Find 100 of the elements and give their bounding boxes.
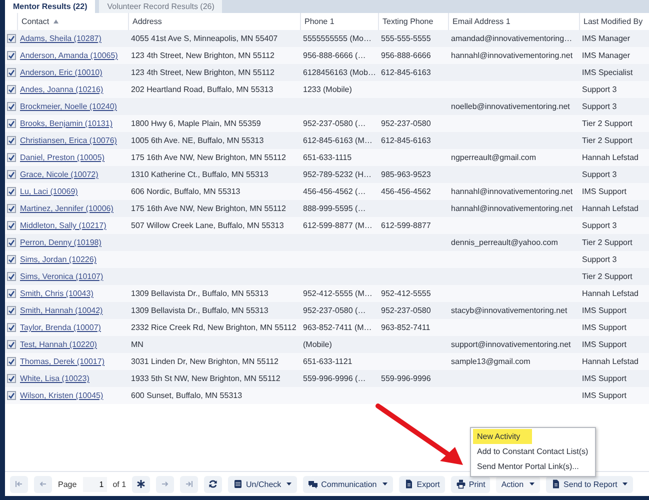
- contact-link[interactable]: Sims, Jordan (10226): [20, 255, 96, 264]
- phone-text: 952-789-5232 (H…: [303, 170, 372, 179]
- address-text: 123 4th Street, New Brighton, MN 55112: [131, 68, 274, 77]
- checkbox[interactable]: [7, 51, 16, 60]
- tab[interactable]: Mentor Results (22): [5, 0, 96, 13]
- checkbox[interactable]: [7, 34, 16, 44]
- email-text: ngperreault@gmail.com: [451, 153, 536, 162]
- checkbox[interactable]: [7, 204, 16, 214]
- column-header[interactable]: Address: [132, 17, 162, 26]
- contact-link[interactable]: Lu, Laci (10069): [20, 187, 78, 196]
- menu-item[interactable]: New Activity: [473, 429, 532, 444]
- contact-link[interactable]: Martinez, Jennifer (10006): [20, 204, 114, 213]
- column-header[interactable]: Phone 1: [304, 17, 334, 26]
- modified-by-text: IMS Manager: [582, 34, 630, 43]
- asterisk-button[interactable]: [132, 476, 150, 492]
- checkbox[interactable]: [7, 85, 16, 94]
- address-text: 4055 41st Ave S, Minneapolis, MN 55407: [131, 34, 278, 43]
- phone-text: 956-888-6666 (…: [303, 51, 366, 60]
- phone-text: 952-237-0580: [381, 119, 431, 128]
- email-text: amandad@innovativementoring…: [451, 34, 572, 43]
- contact-link[interactable]: White, Lisa (10023): [20, 374, 90, 383]
- address-text: 2332 Rice Creek Rd, New Brighton, MN 55112: [131, 323, 296, 332]
- refresh-icon: [208, 479, 218, 489]
- asterisk-icon: [136, 479, 146, 489]
- checkbox[interactable]: [7, 272, 16, 282]
- checkbox[interactable]: [7, 136, 16, 146]
- contact-link[interactable]: Christiansen, Erica (10076): [20, 136, 117, 145]
- refresh-button[interactable]: [204, 476, 222, 492]
- contact-link[interactable]: Brockmeier, Noelle (10240): [20, 102, 117, 111]
- modified-by-text: Tier 2 Support: [582, 272, 632, 281]
- checkbox[interactable]: [7, 374, 16, 384]
- checkbox[interactable]: [7, 306, 16, 316]
- checkbox[interactable]: [7, 68, 16, 78]
- checkbox[interactable]: [7, 323, 16, 332]
- modified-by-text: Support 3: [582, 85, 617, 94]
- modified-by-text: Support 3: [582, 102, 617, 111]
- contact-link[interactable]: Adams, Sheila (10287): [20, 34, 102, 43]
- menu-item[interactable]: Send Mentor Portal Link(s)...: [473, 459, 583, 474]
- contact-link[interactable]: Smith, Chris (10043): [20, 289, 94, 298]
- contact-link[interactable]: Wilson, Kristen (10045): [20, 391, 104, 400]
- checkbox[interactable]: [7, 153, 16, 162]
- checkbox[interactable]: [7, 119, 16, 128]
- contact-link[interactable]: Daniel, Preston (10005): [20, 153, 104, 162]
- checkbox[interactable]: [7, 238, 16, 248]
- checkbox[interactable]: [7, 391, 16, 400]
- checkbox[interactable]: [7, 221, 16, 230]
- page-number-field[interactable]: 1: [82, 476, 107, 492]
- modified-by-text: IMS Support: [582, 374, 626, 383]
- checkbox[interactable]: [7, 289, 16, 298]
- checkbox[interactable]: [7, 357, 16, 366]
- column-header[interactable]: Last Modified By: [584, 17, 643, 26]
- checkbox[interactable]: [7, 255, 16, 264]
- phone-text: 559-996-9996: [381, 374, 431, 383]
- dropdown-button[interactable]: Un/Check: [228, 476, 298, 492]
- phone-text: (Mobile): [303, 340, 332, 349]
- email-text: dennis_perreault@yahoo.com: [451, 238, 558, 247]
- menu-item[interactable]: Add to Constant Contact List(s): [473, 444, 592, 459]
- modified-by-text: Tier 2 Support: [582, 136, 632, 145]
- column-header[interactable]: Email Address 1: [452, 17, 510, 26]
- contact-link[interactable]: Andes, Joanna (10216): [20, 85, 104, 94]
- checkbox[interactable]: [7, 102, 16, 112]
- column-header[interactable]: Contact: [22, 17, 50, 26]
- checkbox[interactable]: [7, 187, 16, 196]
- contact-link[interactable]: Thomas, Derek (10017): [20, 357, 104, 366]
- contact-link[interactable]: Anderson, Amanda (10065): [20, 51, 118, 60]
- toolbar-button[interactable]: Export: [398, 476, 445, 492]
- address-text: 175 16th Ave NW, New Brighton, MN 55112: [131, 153, 286, 162]
- toolbar-button[interactable]: Print: [450, 476, 490, 492]
- phone-text: 651-633-1115: [303, 153, 352, 162]
- phone-text: 456-456-4562 (…: [303, 187, 366, 196]
- contact-link[interactable]: Middleton, Sally (10217): [20, 221, 106, 230]
- column-header[interactable]: Texting Phone: [382, 17, 434, 26]
- checkbox[interactable]: [7, 340, 16, 350]
- contact-link[interactable]: Test, Hannah (10220): [20, 340, 97, 349]
- last-page-icon: [184, 479, 194, 489]
- contact-link[interactable]: Sims, Veronica (10107): [20, 272, 104, 281]
- dropdown-button[interactable]: Send to Report: [546, 476, 634, 492]
- contact-link[interactable]: Taylor, Brenda (10007): [20, 323, 101, 332]
- contact-link[interactable]: Perron, Denny (10198): [20, 238, 102, 247]
- phone-text: 612-599-8877 (M…: [303, 221, 372, 230]
- modified-by-text: IMS Support: [582, 391, 626, 400]
- first-page-icon: [14, 479, 24, 489]
- tab[interactable]: Volunteer Record Results (26): [99, 0, 222, 13]
- modified-by-text: Support 3: [582, 221, 617, 230]
- modified-by-text: IMS Manager: [582, 51, 630, 60]
- contact-link[interactable]: Brooks, Benjamin (10131): [20, 119, 112, 128]
- address-text: 202 Heartland Road, Buffalo, MN 55313: [131, 85, 274, 94]
- phone-text: 612-599-8877: [381, 221, 431, 230]
- modified-by-text: Support 3: [582, 170, 617, 179]
- contact-link[interactable]: Anderson, Eric (10010): [20, 68, 102, 77]
- modified-by-text: Hannah Lefstad: [582, 153, 638, 162]
- phone-text: 952-412-5555 (M…: [303, 289, 372, 298]
- phone-text: 963-852-7411 (M…: [303, 323, 372, 332]
- checkbox[interactable]: [7, 170, 16, 180]
- contact-link[interactable]: Grace, Nicole (10072): [20, 170, 98, 179]
- dropdown-button[interactable]: Communication: [303, 476, 393, 492]
- email-text: support@innovativementoring.net: [451, 340, 571, 349]
- phone-text: 952-237-0580 (…: [303, 306, 366, 315]
- contact-link[interactable]: Smith, Hannah (10042): [20, 306, 103, 315]
- email-text: hannahl@innovativementoring.net: [451, 51, 573, 60]
